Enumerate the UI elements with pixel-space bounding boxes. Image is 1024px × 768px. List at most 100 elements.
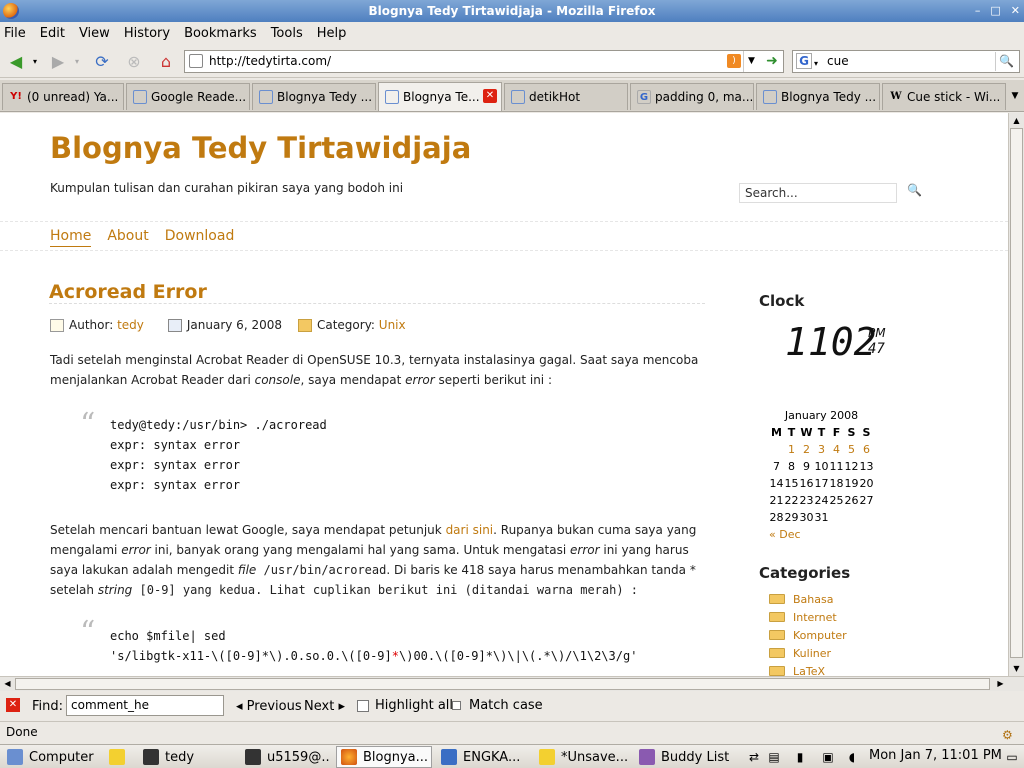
tab-wikipedia[interactable]: W Cue stick - Wi... <box>882 83 1006 110</box>
close-find-bar-icon[interactable]: ✕ <box>6 698 20 712</box>
menu-edit[interactable]: Edit <box>40 26 65 41</box>
rss-feed-icon[interactable]: ) <box>727 54 741 68</box>
post-title[interactable]: Acroread Error <box>49 281 207 303</box>
menu-history[interactable]: History <box>124 26 170 41</box>
close-window-icon[interactable]: ✕ <box>1011 0 1020 22</box>
folder-icon <box>769 612 785 622</box>
engine-dropdown-icon[interactable]: ▾ <box>814 53 818 74</box>
calendar-week: 28 29 30 31 <box>769 511 829 524</box>
vertical-scroll-thumb[interactable] <box>1010 128 1023 658</box>
horizontal-scrollbar[interactable]: ◀ ▶ <box>0 676 1024 691</box>
task-notes[interactable] <box>104 746 130 768</box>
category-item[interactable]: Internet <box>769 608 847 626</box>
network-icon[interactable]: ⇄ <box>746 748 762 766</box>
back-icon[interactable]: ◀ <box>4 50 28 72</box>
task-buddy-list[interactable]: Buddy List <box>634 746 730 768</box>
post-date: January 6, 2008 <box>186 318 282 332</box>
category-item[interactable]: Kuliner <box>769 644 847 662</box>
tab-blog-active[interactable]: Blognya Te... ✕ <box>378 82 502 111</box>
forward-dropdown-icon[interactable]: ▾ <box>70 50 84 72</box>
nav-home[interactable]: Home <box>50 228 92 247</box>
blog-icon <box>385 90 399 104</box>
minimize-icon[interactable]: – <box>975 0 981 22</box>
calendar-day-link[interactable]: 3 <box>814 441 829 458</box>
taskbar-clock[interactable]: Mon Jan 7, 11:01 PM <box>869 748 1002 763</box>
menu-file[interactable]: File <box>4 26 26 41</box>
reload-icon[interactable]: ⟳ <box>90 50 114 72</box>
scroll-down-arrow-icon[interactable]: ▼ <box>1009 661 1024 676</box>
blog-title[interactable]: Blognya Tedy Tirtawidjaja <box>50 131 471 165</box>
category-item[interactable]: Komputer <box>769 626 847 644</box>
back-dropdown-icon[interactable]: ▾ <box>28 50 42 72</box>
category-link[interactable]: Unix <box>379 318 406 332</box>
blog-search-input[interactable]: Search... <box>739 183 897 203</box>
search-magnifier-icon[interactable]: 🔍 <box>995 52 1017 71</box>
google-engine-icon[interactable]: G <box>796 53 812 69</box>
close-tab-icon[interactable]: ✕ <box>483 89 497 103</box>
scroll-left-arrow-icon[interactable]: ◀ <box>0 677 15 692</box>
task-engka[interactable]: ENGKA... <box>436 746 530 768</box>
calendar-day-link[interactable]: 1 <box>784 441 799 458</box>
horizontal-scroll-thumb[interactable] <box>15 678 990 690</box>
author-link[interactable]: tedy <box>117 318 144 332</box>
code-block-1: tedy@tedy:/usr/bin> ./acroread expr: synt… <box>110 418 327 492</box>
menu-tools[interactable]: Tools <box>271 26 303 41</box>
calendar-day-link[interactable]: 6 <box>859 441 874 458</box>
url-bar[interactable]: http://tedytirta.com/ ) ▼ ➜ <box>184 50 784 73</box>
menu-view[interactable]: View <box>79 26 110 41</box>
show-desktop-icon[interactable]: ▭ <box>1004 748 1020 766</box>
monitor-icon[interactable]: ▣ <box>820 748 836 766</box>
find-next-button[interactable]: Next ▸ <box>304 699 345 714</box>
menu-help[interactable]: Help <box>317 26 347 41</box>
forward-icon[interactable]: ▶ <box>46 50 70 72</box>
window-titlebar: Blognya Tedy Tirtawidjaja - Mozilla Fire… <box>0 0 1024 22</box>
task-unsaved[interactable]: *Unsave... <box>534 746 630 768</box>
category-item[interactable]: Bahasa <box>769 590 847 608</box>
menu-bookmarks[interactable]: Bookmarks <box>184 26 257 41</box>
tab-list-dropdown-icon[interactable]: ▼ <box>1006 83 1024 110</box>
volume-icon[interactable]: ◖ <box>844 748 860 766</box>
post-title-divider <box>49 303 705 304</box>
calendar-widget: January 2008 MTWTFSS 123456 7 8 9 10 11 12 13 … <box>769 409 874 541</box>
tab-yahoo-mail[interactable]: Y! (0 unread) Ya... <box>2 83 124 110</box>
task-terminal-tedy[interactable]: tedy <box>138 746 234 768</box>
tab-google-reader[interactable]: Google Reade... <box>126 83 250 110</box>
stop-icon[interactable]: ⊗ <box>122 50 146 72</box>
match-case-checkbox[interactable]: Match case <box>452 698 543 713</box>
tab-blog-2[interactable]: Blognya Tedy ... <box>756 83 880 110</box>
go-arrow-icon[interactable]: ➜ <box>763 53 781 70</box>
vertical-scrollbar[interactable]: ▲ ▼ <box>1008 113 1024 676</box>
scroll-up-arrow-icon[interactable]: ▲ <box>1009 113 1024 128</box>
nav-about[interactable]: About <box>107 228 148 247</box>
terminal-icon <box>143 749 159 765</box>
url-history-dropdown-icon[interactable]: ▼ <box>743 51 759 72</box>
calendar-prev-month-link[interactable]: « Dec <box>769 528 874 541</box>
scroll-right-arrow-icon[interactable]: ▶ <box>993 677 1008 692</box>
calendar-day-link[interactable]: 2 <box>799 441 814 458</box>
home-icon[interactable]: ⌂ <box>154 50 178 72</box>
calendar-day-link[interactable]: 4 <box>829 441 844 458</box>
task-terminal-u5159[interactable]: u5159@... <box>240 746 332 768</box>
tab-label: Blognya Te... <box>403 90 480 104</box>
tab-google-search[interactable]: G padding 0, ma... <box>630 83 754 110</box>
find-previous-button[interactable]: ◂ Previous <box>236 699 302 714</box>
tab-label: padding 0, ma... <box>655 90 754 104</box>
task-computer[interactable]: Computer <box>2 746 98 768</box>
clipboard-icon[interactable]: ▤ <box>766 748 782 766</box>
maximize-icon[interactable]: □ <box>990 0 1000 22</box>
highlight-all-checkbox[interactable]: Highlight all <box>357 698 453 713</box>
battery-icon[interactable]: ▮ <box>792 748 808 766</box>
source-link[interactable]: dari sini <box>446 523 494 537</box>
clock-widget-title: Clock <box>759 292 805 310</box>
category-item[interactable]: LaTeX <box>769 662 847 676</box>
nav-download[interactable]: Download <box>165 228 235 247</box>
search-bar[interactable]: G ▾ cue 🔍 <box>792 50 1020 73</box>
task-firefox[interactable]: Blognya... <box>336 746 432 768</box>
tab-detikhot[interactable]: detikHot <box>504 83 628 110</box>
previous-arrow-icon: ◂ <box>236 699 243 714</box>
blog-search-icon[interactable]: 🔍 <box>907 183 923 199</box>
tab-blog-1[interactable]: Blognya Tedy ... <box>252 83 376 110</box>
find-input[interactable]: comment_he <box>66 695 224 716</box>
blockquote-mark-icon: “ <box>80 407 96 442</box>
calendar-day-link[interactable]: 5 <box>844 441 859 458</box>
